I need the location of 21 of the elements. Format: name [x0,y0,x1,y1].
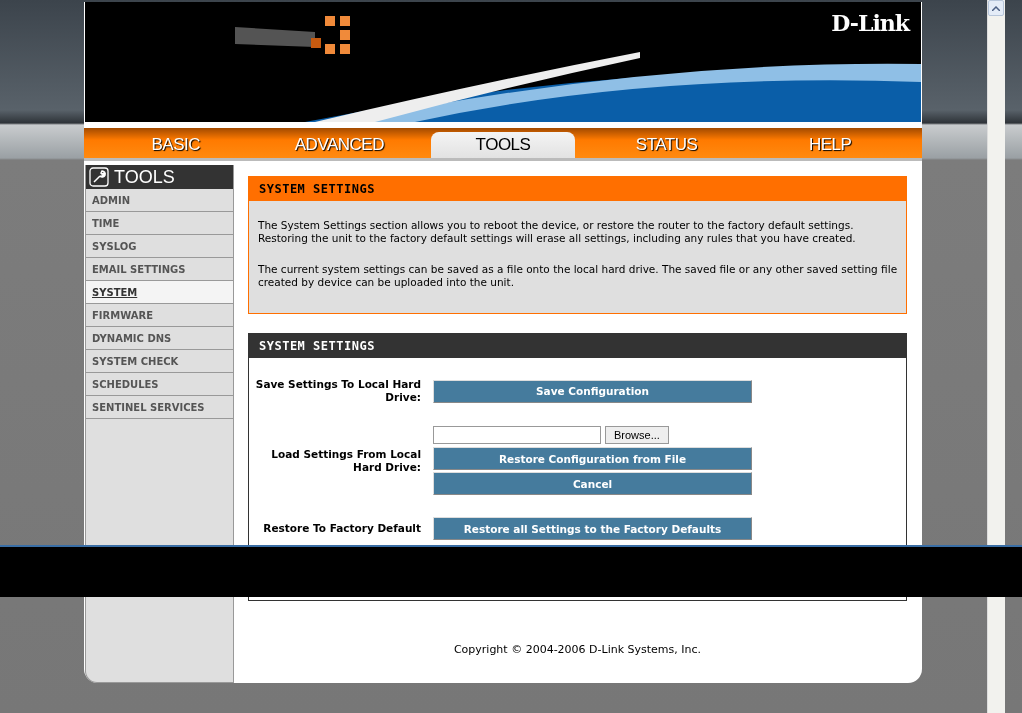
setting-label: Load Settings From Local Hard Drive: [270,447,421,474]
description-text: The System Settings section allows you to reboot the device, or restore the router to the factory default settings. Restoring the unit to the factory default settings will erase all settings, including any rules that you have created. [257,218,857,245]
logo: D-Link [831,10,909,36]
panel-title: SYSTEM SETTINGS [249,334,906,358]
panel-title: SYSTEM SETTINGS [249,177,906,201]
setting-label: Restore To Factory Default [262,522,421,535]
sidebar-title: TOOLS [114,166,175,188]
scroll-up-button[interactable] [988,0,1004,16]
action-button[interactable]: Restore Configuration from File [433,447,752,470]
action-button[interactable]: Restore all Settings to the Factory Defaults [433,517,752,540]
browse-button[interactable]: Browse... [605,426,669,444]
setting-label: Save Settings To Local Hard Drive: [254,378,421,404]
scrollbar[interactable] [987,0,1005,713]
copyright-text: Copyright © 2004-2006 D-Link Systems, Inc. [453,643,702,656]
action-button[interactable]: Save Configuration [433,379,752,403]
action-button[interactable]: Cancel [433,472,752,495]
nav-tab[interactable]: TOOLS [431,132,575,158]
sidebar-item[interactable]: SYSTEM [86,281,233,304]
description-text: The current system settings can be saved as a file onto the local hard drive. The saved file or any other saved setting file created by device can be uploaded into the unit. [257,262,899,290]
wrench-icon [89,167,109,187]
file-path-field[interactable] [433,426,601,444]
